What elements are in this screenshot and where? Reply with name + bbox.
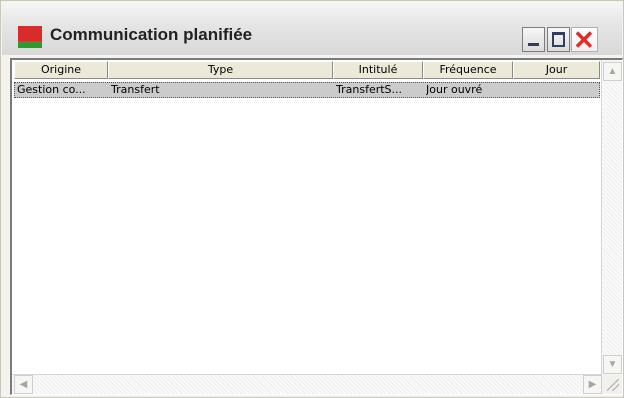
window-title: Communication planifiée (50, 25, 253, 44)
title-bar[interactable]: Communication planifiée ✕ (2, 2, 622, 55)
scheduled-communication-list[interactable]: Origine Type Intitulé Fréquence Jour Ges… (10, 58, 623, 395)
scroll-up-icon: ▲ (607, 66, 618, 77)
cell-frequence: Jour ouvré (426, 83, 483, 96)
cell-type: Transfert (111, 83, 160, 96)
list-header: Origine Type Intitulé Fréquence Jour (14, 61, 600, 79)
scroll-down-icon: ▼ (607, 359, 618, 370)
close-icon: ✕ (573, 25, 595, 55)
table-row[interactable]: Gestion co... Transfert TransfertS... Jo… (14, 82, 600, 98)
close-button[interactable]: ✕ (571, 25, 598, 55)
scroll-left-button[interactable]: ◀ (14, 375, 33, 394)
column-header-jour[interactable]: Jour (513, 61, 600, 79)
vertical-scrollbar[interactable]: ▲ ▼ (601, 60, 622, 376)
column-header-origine[interactable]: Origine (14, 61, 108, 79)
maximize-button[interactable] (547, 27, 570, 52)
cell-origine: Gestion co... (17, 83, 86, 96)
cell-jour (516, 83, 600, 97)
column-header-frequence[interactable]: Fréquence (423, 61, 513, 79)
minimize-button[interactable] (522, 27, 545, 52)
scroll-up-button[interactable]: ▲ (603, 62, 622, 81)
horizontal-scrollbar[interactable]: ◀ ▶ (12, 374, 602, 394)
scroll-right-icon: ▶ (588, 379, 597, 390)
window: Communication planifiée ✕ Origine Type I… (0, 0, 624, 398)
cell-intitule: TransfertS... (336, 83, 403, 96)
resize-grip[interactable] (602, 375, 622, 394)
scroll-left-icon: ◀ (19, 379, 28, 390)
scroll-right-button[interactable]: ▶ (583, 375, 602, 394)
scroll-down-button[interactable]: ▼ (603, 355, 622, 374)
app-icon (18, 26, 42, 48)
column-header-type[interactable]: Type (108, 61, 333, 79)
column-header-intitule[interactable]: Intitulé (333, 61, 423, 79)
